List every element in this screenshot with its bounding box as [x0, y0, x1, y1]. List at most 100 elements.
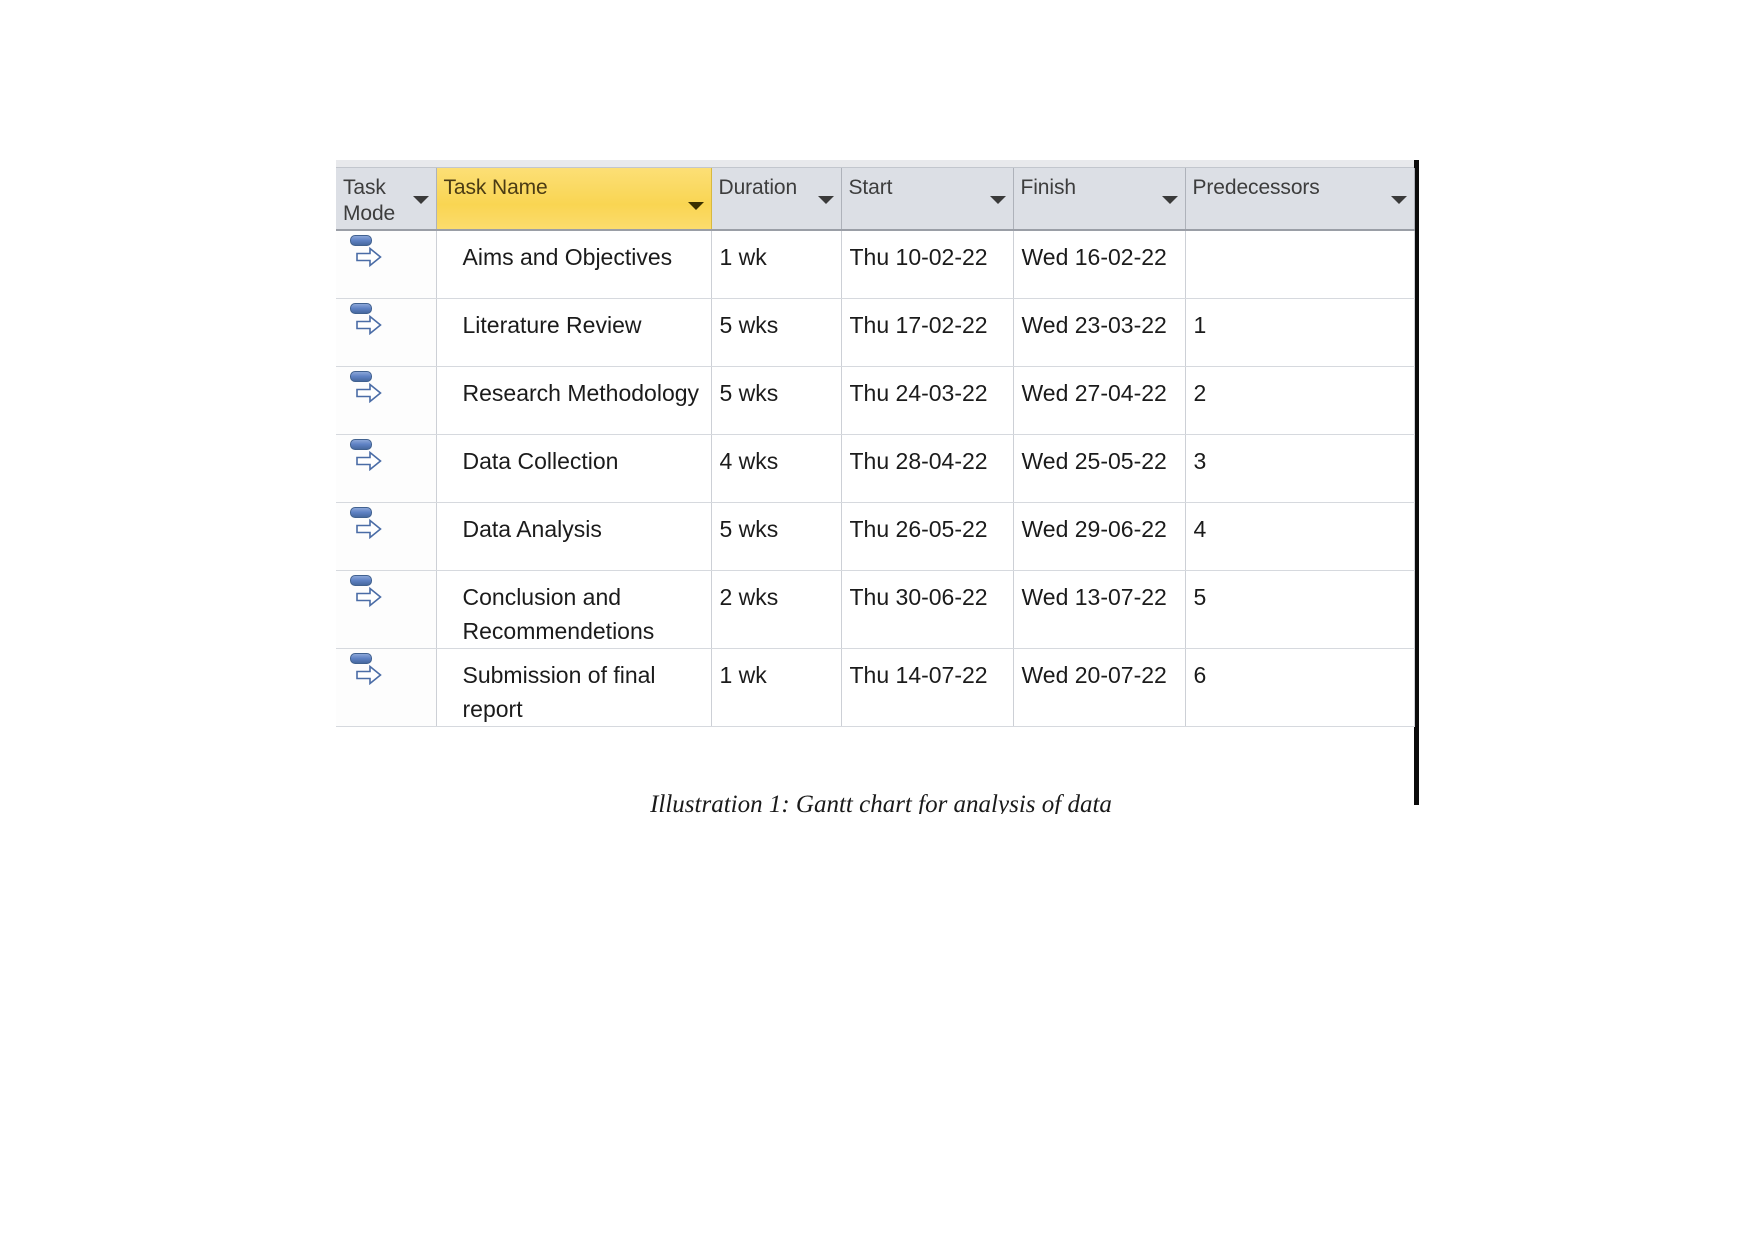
auto-schedule-bar-icon — [350, 302, 372, 314]
cell-duration-text: 5 wks — [719, 379, 779, 406]
cell-start-text: Thu 24-03-22 — [849, 379, 988, 406]
cell-task-name[interactable]: Data Collection — [436, 434, 712, 503]
cell-start-text: Thu 14-07-22 — [849, 661, 988, 688]
auto-schedule-bar-icon — [350, 506, 372, 518]
table-row[interactable]: Data Analysis 5 wks Thu 26-05-22 Wed 29-06-… — [336, 502, 1415, 571]
cell-task-mode[interactable] — [336, 570, 437, 649]
column-header-label-duration: Duration — [718, 176, 798, 199]
cell-duration-text: 2 wks — [719, 583, 779, 610]
cell-task-name[interactable]: Data Analysis — [436, 502, 712, 571]
cell-duration[interactable]: 5 wks — [711, 502, 842, 571]
cell-start[interactable]: Thu 14-07-22 — [841, 648, 1014, 727]
cell-start[interactable]: Thu 26-05-22 — [841, 502, 1014, 571]
column-header-predecessors[interactable]: Predecessors — [1185, 168, 1415, 231]
cell-task-mode[interactable] — [336, 434, 437, 503]
cell-duration[interactable]: 5 wks — [711, 366, 842, 435]
cell-finish-text: Wed 13-07-22 — [1021, 583, 1167, 610]
cell-finish[interactable]: Wed 23-03-22 — [1013, 298, 1186, 367]
cell-task-mode[interactable] — [336, 366, 437, 435]
cell-task-name-text: Aims and Objectives — [462, 244, 673, 270]
cell-task-name[interactable]: Aims and Objectives — [436, 230, 712, 299]
cell-duration[interactable]: 1 wk — [711, 230, 842, 299]
cell-finish[interactable]: Wed 29-06-22 — [1013, 502, 1186, 571]
table-row[interactable]: Literature Review 5 wks Thu 17-02-22 Wed 23… — [336, 298, 1415, 367]
cell-finish-text: Wed 29-06-22 — [1021, 515, 1167, 542]
chevron-down-icon[interactable] — [989, 195, 1006, 204]
cell-start-text: Thu 30-06-22 — [849, 583, 988, 610]
column-header-start[interactable]: Start — [841, 168, 1014, 231]
chevron-down-icon[interactable] — [412, 196, 429, 204]
cell-finish[interactable]: Wed 16-02-22 — [1013, 230, 1186, 299]
cell-task-name-text: Conclusion and Recommendetions — [462, 583, 655, 644]
auto-schedule-bar-icon — [350, 438, 372, 450]
cell-finish-text: Wed 25-05-22 — [1021, 447, 1167, 474]
auto-scheduled-icon — [350, 302, 384, 339]
cell-task-mode[interactable] — [336, 648, 437, 727]
cell-finish[interactable]: Wed 25-05-22 — [1013, 434, 1186, 503]
auto-schedule-bar-icon — [350, 235, 372, 246]
auto-schedule-arrow-icon — [356, 247, 382, 267]
cell-task-name[interactable]: Research Methodology — [436, 366, 712, 435]
auto-scheduled-icon — [350, 506, 384, 543]
auto-scheduled-icon — [350, 370, 384, 407]
cell-predecessors[interactable]: 1 — [1185, 298, 1415, 367]
table-row[interactable]: Submission of final report 1 wk Thu 14-07-… — [336, 648, 1415, 727]
cell-duration-text: 5 wks — [719, 515, 779, 542]
cell-duration[interactable]: 4 wks — [711, 434, 842, 503]
chevron-down-icon[interactable] — [817, 195, 834, 204]
column-header-label-predecessors: Predecessors — [1192, 176, 1320, 199]
cell-start[interactable]: Thu 28-04-22 — [841, 434, 1014, 503]
cell-duration-text: 4 wks — [719, 447, 779, 474]
table-body: Aims and Objectives 1 wk Thu 10-02-22 Wed 1… — [336, 230, 1415, 727]
table-row[interactable]: Conclusion and Recommendetions 2 wks Thu 3… — [336, 570, 1415, 649]
table-row[interactable]: Data Collection 4 wks Thu 28-04-22 Wed 25-0… — [336, 434, 1415, 503]
cell-duration[interactable]: 5 wks — [711, 298, 842, 367]
table-row[interactable]: Research Methodology 5 wks Thu 24-03-22 Wed… — [336, 366, 1415, 435]
auto-schedule-arrow-icon — [356, 518, 382, 539]
cell-task-name-text: Submission of final report — [462, 661, 656, 722]
cell-task-mode[interactable] — [336, 502, 437, 571]
cell-task-name[interactable]: Conclusion and Recommendetions — [436, 570, 712, 649]
cell-predecessors[interactable]: 2 — [1185, 366, 1415, 435]
cell-start-text: Thu 17-02-22 — [849, 311, 988, 338]
chevron-down-icon[interactable] — [1161, 195, 1178, 204]
cell-predecessors-text: 3 — [1193, 447, 1207, 474]
column-header-label-start: Start — [848, 176, 893, 199]
cell-predecessors[interactable]: 5 — [1185, 570, 1415, 649]
header-row: Task Mode Task Name Duration Start Finis… — [336, 168, 1415, 231]
cell-duration-text: 5 wks — [719, 311, 779, 338]
cell-finish-text: Wed 20-07-22 — [1021, 661, 1167, 688]
cell-start[interactable]: Thu 17-02-22 — [841, 298, 1014, 367]
auto-schedule-bar-icon — [350, 652, 372, 664]
cell-predecessors-text: 5 — [1193, 583, 1207, 610]
cell-predecessors[interactable]: 3 — [1185, 434, 1415, 503]
cell-task-name[interactable]: Submission of final report — [436, 648, 712, 727]
cell-duration[interactable]: 1 wk — [711, 648, 842, 727]
cell-finish-text: Wed 23-03-22 — [1021, 311, 1167, 338]
cell-task-mode[interactable] — [336, 230, 437, 299]
table-row[interactable]: Aims and Objectives 1 wk Thu 10-02-22 Wed 1… — [336, 230, 1415, 299]
column-header-task-name[interactable]: Task Name — [436, 168, 712, 231]
column-header-duration[interactable]: Duration — [711, 168, 842, 231]
cell-start-text: Thu 28-04-22 — [849, 447, 988, 474]
column-header-finish[interactable]: Finish — [1013, 168, 1186, 231]
cell-start[interactable]: Thu 30-06-22 — [841, 570, 1014, 649]
cell-predecessors[interactable]: 4 — [1185, 502, 1415, 571]
task-table: Task Mode Task Name Duration Start Finis… — [336, 168, 1415, 727]
view-split-bar[interactable] — [1414, 160, 1419, 805]
cell-duration[interactable]: 2 wks — [711, 570, 842, 649]
cell-finish[interactable]: Wed 27-04-22 — [1013, 366, 1186, 435]
cell-start[interactable]: Thu 24-03-22 — [841, 366, 1014, 435]
cell-finish[interactable]: Wed 20-07-22 — [1013, 648, 1186, 727]
cell-task-mode[interactable] — [336, 298, 437, 367]
chevron-down-icon[interactable] — [1390, 195, 1407, 204]
cell-predecessors[interactable]: 6 — [1185, 648, 1415, 727]
chevron-down-icon[interactable] — [687, 201, 704, 210]
cell-task-name[interactable]: Literature Review — [436, 298, 712, 367]
cell-start-text: Thu 10-02-22 — [849, 244, 988, 270]
cell-start[interactable]: Thu 10-02-22 — [841, 230, 1014, 299]
column-header-task-mode[interactable]: Task Mode — [336, 168, 437, 231]
table-header: Task Mode Task Name Duration Start Finis… — [336, 168, 1415, 231]
cell-predecessors[interactable] — [1185, 230, 1415, 299]
cell-finish[interactable]: Wed 13-07-22 — [1013, 570, 1186, 649]
